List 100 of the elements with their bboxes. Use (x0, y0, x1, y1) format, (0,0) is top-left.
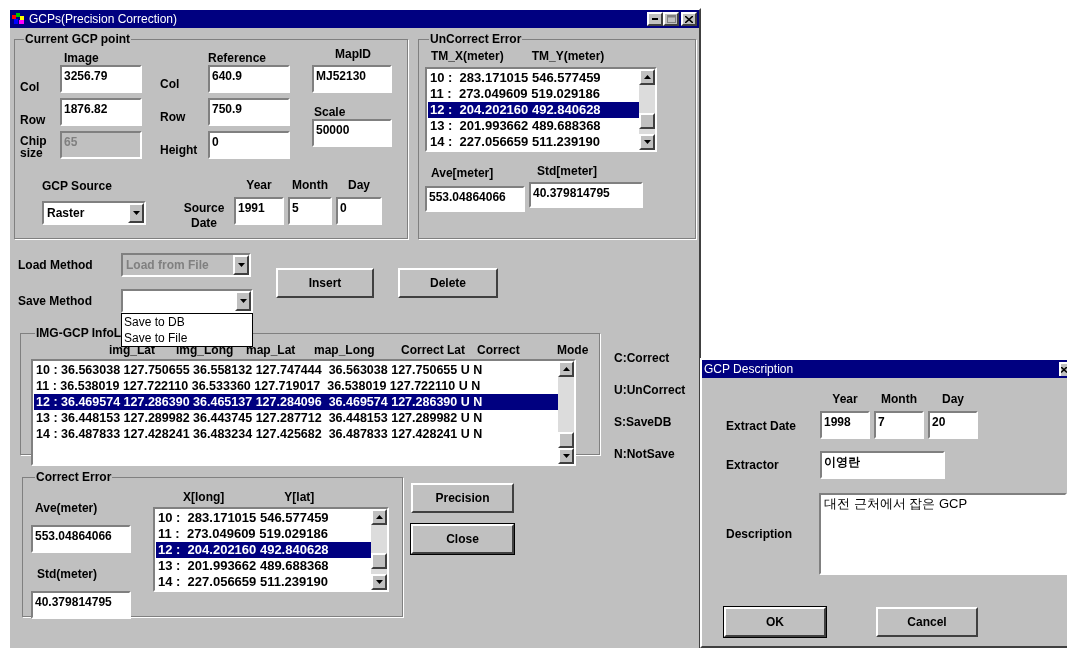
caret-icon (375, 515, 383, 519)
list-row[interactable]: 14 : 36.487833 127.428241 36.483234 127.425682 36.487833 127.428241 U N (34, 426, 558, 442)
app-icon (12, 13, 26, 25)
dropdown[interactable] (121, 289, 253, 313)
scroll-up-button[interactable] (639, 69, 655, 85)
push-button[interactable]: OK (724, 607, 826, 637)
field-label: Extractor (726, 457, 780, 474)
column-label: TM_Y(meter) (531, 48, 605, 65)
list-row[interactable]: 11 : 36.538019 127.722110 36.533360 127.719017 36.538019 127.722110 U N (34, 378, 558, 394)
legend-text: C:Correct (614, 350, 671, 367)
list-row[interactable]: 13 : 201.993662 489.688368 (428, 118, 639, 134)
list-row[interactable]: 11 : 273.049609 519.029186 (428, 86, 639, 102)
list-row[interactable]: 14 : 227.056659 511.239190 (156, 574, 371, 590)
list-row[interactable]: 12 : 204.202160 492.840628 (428, 102, 639, 118)
scrollbar[interactable] (639, 69, 655, 150)
column-label: Year (246, 177, 272, 194)
legend-text: U:UnCorrect (614, 382, 686, 399)
list-box[interactable]: 10 : 283.171015 546.577459 11 : 273.049609 519.029186 12 : 204.202160 492.840628 13 : 201.993662 489.688368 14 : 227.056659 511.239190 (153, 507, 389, 592)
text-field[interactable]: 20 (928, 411, 978, 439)
column-label: map_Long (314, 342, 376, 359)
text-field[interactable]: MJ52130 (312, 65, 392, 93)
list-row[interactable]: 10 : 283.171015 546.577459 (156, 510, 371, 526)
maximize-button[interactable] (663, 12, 679, 26)
field-label: GCP Source (42, 178, 113, 195)
text-field[interactable]: 이영란 (820, 451, 945, 479)
menu-item[interactable]: Save to DB (122, 314, 252, 330)
text-field[interactable]: 50000 (312, 119, 392, 147)
text-field[interactable]: 640.9 (208, 65, 290, 93)
column-label: Day (348, 177, 370, 194)
text-field[interactable]: 1991 (234, 197, 284, 225)
window-title: GCP Description (704, 361, 795, 378)
scroll-down-button[interactable] (639, 134, 655, 150)
caret-icon (239, 299, 247, 303)
list-row[interactable]: 12 : 36.469574 127.286390 36.465137 127.284096 36.469574 127.286390 U N (34, 394, 558, 410)
caret-icon (562, 367, 570, 371)
scroll-up-button[interactable] (558, 361, 574, 377)
scrollbar[interactable] (371, 509, 387, 590)
legend-text: N:NotSave (614, 446, 676, 463)
text-field[interactable]: 7 (874, 411, 924, 439)
minimize-icon (652, 18, 658, 20)
text-field[interactable]: 553.04864066 (31, 525, 131, 553)
text-field[interactable]: 750.9 (208, 98, 290, 126)
push-button[interactable]: Close (411, 524, 514, 554)
dropdown[interactable]: Raster (42, 201, 146, 225)
text-field[interactable]: 1998 (820, 411, 870, 439)
text-field[interactable]: 0 (208, 131, 290, 159)
list-row[interactable]: 10 : 36.563038 127.750655 36.558132 127.747444 36.563038 127.750655 U N (34, 362, 558, 378)
scroll-thumb[interactable] (639, 113, 655, 129)
description-field[interactable]: 대전 근처에서 잡은 GCP (819, 493, 1067, 575)
caret-icon (132, 211, 140, 215)
list-row[interactable]: 10 : 283.171015 546.577459 (428, 70, 639, 86)
push-button[interactable]: Insert (276, 268, 374, 298)
list-box[interactable]: 10 : 283.171015 546.577459 11 : 273.049609 519.029186 12 : 204.202160 492.840628 13 : 201.993662 489.688368 14 : 227.056659 511.239190 (425, 67, 657, 152)
field-label: Save Method (18, 293, 93, 310)
push-button[interactable]: Cancel (876, 607, 978, 637)
column-label: TM_X(meter) (431, 48, 504, 65)
legend-text: S:SaveDB (614, 414, 673, 431)
scrollbar[interactable] (558, 361, 574, 464)
list-row[interactable]: 11 : 273.049609 519.029186 (156, 526, 371, 542)
field-label: Row (160, 110, 187, 124)
close-button[interactable] (681, 12, 697, 26)
field-label: Scale (314, 105, 346, 119)
push-button[interactable]: Precision (411, 483, 514, 513)
list-row[interactable]: 13 : 36.448153 127.289982 36.443745 127.287712 36.448153 127.289982 U N (34, 410, 558, 426)
dropdown-button[interactable] (128, 203, 144, 223)
scroll-down-button[interactable] (558, 448, 574, 464)
text-field[interactable]: 0 (336, 197, 382, 225)
field-label: Std(meter) (36, 566, 98, 583)
list-row[interactable]: 13 : 201.993662 489.688368 (156, 558, 371, 574)
column-label: Correct (477, 342, 521, 359)
list-row[interactable]: 12 : 204.202160 492.840628 (156, 542, 371, 558)
text-field[interactable]: 3256.79 (60, 65, 142, 93)
scroll-thumb[interactable] (371, 553, 387, 569)
text-field[interactable]: 40.379814795 (529, 182, 643, 208)
field-label: Extract Date (726, 418, 798, 435)
group-title: UnCorrect Error (429, 33, 523, 45)
text-field[interactable]: 1876.82 (60, 98, 142, 126)
column-label: X[long] (183, 489, 225, 506)
column-label: Day (942, 391, 964, 408)
field-label: Row (20, 114, 47, 126)
column-label: Image (64, 51, 99, 65)
column-label: Month (292, 177, 328, 194)
scroll-up-button[interactable] (371, 509, 387, 525)
scroll-thumb[interactable] (558, 432, 574, 448)
text-field[interactable]: 40.379814795 (31, 591, 131, 619)
dropdown-button[interactable] (235, 291, 251, 311)
minimize-button[interactable] (647, 12, 663, 26)
close-button[interactable] (1059, 362, 1067, 376)
text-field[interactable]: 553.04864066 (425, 186, 525, 212)
scroll-down-button[interactable] (371, 574, 387, 590)
list-row[interactable]: 14 : 227.056659 511.239190 (428, 134, 639, 150)
close-icon (685, 15, 693, 23)
group-title: Current GCP point (24, 33, 132, 45)
caret-icon (643, 75, 651, 79)
close-icon (1061, 366, 1067, 374)
text-field[interactable]: 5 (288, 197, 332, 225)
column-label: MapID (335, 46, 371, 63)
push-button[interactable]: Delete (398, 268, 498, 298)
group-title: IMG-GCP InfoL (35, 327, 123, 339)
list-box[interactable] (31, 359, 576, 466)
